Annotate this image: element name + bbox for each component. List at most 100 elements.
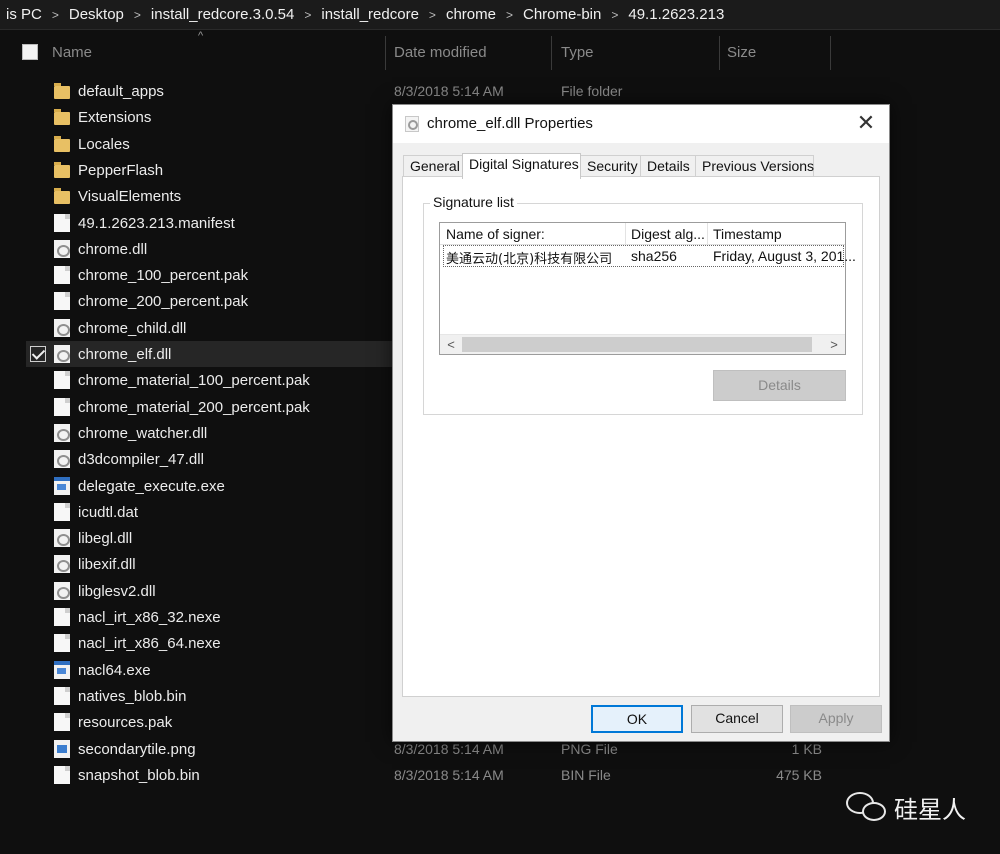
row-checkbox[interactable] [30, 425, 46, 441]
details-button[interactable]: Details [713, 370, 846, 401]
file-row[interactable]: chrome_material_200_percent.pak [26, 394, 392, 420]
watermark: 硅星人 [846, 788, 966, 826]
cancel-button[interactable]: Cancel [691, 705, 783, 733]
row-checkbox[interactable] [30, 215, 46, 231]
tab-digital-signatures[interactable]: Digital Signatures [462, 153, 581, 179]
file-row[interactable]: resources.pak [26, 709, 392, 735]
file-icon [54, 634, 70, 652]
row-checkbox[interactable] [30, 83, 46, 99]
row-checkbox[interactable] [30, 583, 46, 599]
timestamp: Friday, August 3, 201... [713, 248, 856, 264]
file-row[interactable]: chrome_material_100_percent.pak [26, 367, 392, 393]
row-checkbox[interactable] [30, 662, 46, 678]
signature-listview[interactable]: Name of signer: Digest alg... Timestamp … [439, 222, 856, 355]
file-row[interactable]: default_apps [26, 78, 392, 104]
column-divider[interactable] [551, 36, 552, 70]
row-checkbox[interactable] [30, 372, 46, 388]
file-row[interactable]: icudtl.dat [26, 499, 392, 525]
column-divider[interactable] [707, 223, 708, 245]
file-row[interactable]: Locales [26, 131, 392, 157]
file-row[interactable]: libglesv2.dll [26, 578, 392, 604]
tab-general[interactable]: General [403, 155, 463, 177]
row-checkbox[interactable] [30, 714, 46, 730]
list-column-signer[interactable]: Name of signer: [446, 226, 545, 242]
file-icon [54, 214, 70, 232]
row-checkbox[interactable] [30, 478, 46, 494]
apply-button[interactable]: Apply [790, 705, 882, 733]
horizontal-scrollbar[interactable]: < > [440, 334, 845, 354]
row-checkbox[interactable] [30, 188, 46, 204]
column-header-type[interactable]: Type [561, 44, 594, 61]
file-row[interactable]: 49.1.2623.213.manifest [26, 210, 392, 236]
column-header-size[interactable]: Size [727, 44, 756, 61]
row-checkbox[interactable] [30, 688, 46, 704]
tab-previous-versions[interactable]: Previous Versions [695, 155, 814, 177]
row-checkbox[interactable] [30, 346, 46, 362]
row-checkbox[interactable] [30, 530, 46, 546]
file-name: secondarytile.png [78, 740, 196, 758]
breadcrumb-item[interactable]: 49.1.2623.213 [622, 6, 730, 23]
list-column-timestamp[interactable]: Timestamp [713, 226, 782, 242]
row-checkbox[interactable] [30, 267, 46, 283]
file-row[interactable]: PepperFlash [26, 157, 392, 183]
select-all-checkbox[interactable] [22, 44, 38, 60]
file-row[interactable]: delegate_execute.exe [26, 473, 392, 499]
column-divider[interactable] [385, 36, 386, 70]
breadcrumb-item[interactable]: chrome [440, 6, 502, 23]
row-checkbox[interactable] [30, 293, 46, 309]
column-divider[interactable] [830, 36, 831, 70]
file-row[interactable]: chrome_100_percent.pak [26, 262, 392, 288]
tab-details[interactable]: Details [640, 155, 696, 177]
dialog-title-bar[interactable]: chrome_elf.dll Properties ✕ [393, 105, 889, 143]
column-divider[interactable] [719, 36, 720, 70]
row-checkbox[interactable] [30, 320, 46, 336]
file-row[interactable]: chrome.dll [26, 236, 392, 262]
file-name: chrome_200_percent.pak [78, 292, 249, 310]
row-checkbox[interactable] [30, 609, 46, 625]
file-row[interactable]: chrome_child.dll [26, 315, 392, 341]
scroll-right-icon[interactable]: > [825, 336, 843, 354]
list-column-digest[interactable]: Digest alg... [631, 226, 705, 242]
file-row[interactable]: chrome_200_percent.pak [26, 288, 392, 314]
row-checkbox[interactable] [30, 136, 46, 152]
scrollbar-thumb[interactable] [462, 337, 812, 352]
column-divider[interactable] [625, 223, 626, 245]
file-row[interactable]: Extensions [26, 104, 392, 130]
file-row[interactable]: chrome_elf.dll [26, 341, 392, 367]
row-checkbox[interactable] [30, 504, 46, 520]
tab-security[interactable]: Security [580, 155, 641, 177]
file-row[interactable]: VisualElements [26, 183, 392, 209]
file-name: nacl64.exe [78, 661, 151, 679]
signature-row[interactable]: 美通云动(北京)科技有限公司 sha256 Friday, August 3, … [443, 245, 856, 267]
file-row[interactable]: nacl_irt_x86_32.nexe [26, 604, 392, 630]
row-checkbox[interactable] [30, 241, 46, 257]
file-row[interactable]: nacl64.exe [26, 657, 392, 683]
file-row[interactable]: libegl.dll [26, 525, 392, 551]
row-checkbox[interactable] [30, 741, 46, 757]
breadcrumb-item[interactable]: install_redcore [315, 6, 425, 23]
breadcrumb-item[interactable]: is PC [0, 6, 48, 23]
file-row[interactable]: d3dcompiler_47.dll [26, 446, 392, 472]
file-row[interactable]: natives_blob.bin [26, 683, 392, 709]
row-checkbox[interactable] [30, 635, 46, 651]
file-row[interactable]: snapshot_blob.bin [26, 762, 392, 788]
breadcrumb-item[interactable]: install_redcore.3.0.54 [145, 6, 300, 23]
row-checkbox[interactable] [30, 767, 46, 783]
row-checkbox[interactable] [30, 109, 46, 125]
file-row[interactable]: secondarytile.png [26, 736, 392, 762]
row-checkbox[interactable] [30, 556, 46, 572]
breadcrumb-item[interactable]: Chrome-bin [517, 6, 607, 23]
file-row[interactable]: libexif.dll [26, 551, 392, 577]
close-icon[interactable]: ✕ [855, 112, 877, 134]
row-checkbox[interactable] [30, 162, 46, 178]
row-checkbox[interactable] [30, 399, 46, 415]
file-row[interactable]: nacl_irt_x86_64.nexe [26, 630, 392, 656]
column-header-name[interactable]: Name [52, 44, 92, 61]
digest-algorithm: sha256 [631, 248, 677, 264]
scroll-left-icon[interactable]: < [442, 336, 460, 354]
ok-button[interactable]: OK [591, 705, 683, 733]
breadcrumb-item[interactable]: Desktop [63, 6, 130, 23]
row-checkbox[interactable] [30, 451, 46, 467]
column-header-date[interactable]: Date modified [394, 44, 487, 61]
file-row[interactable]: chrome_watcher.dll [26, 420, 392, 446]
